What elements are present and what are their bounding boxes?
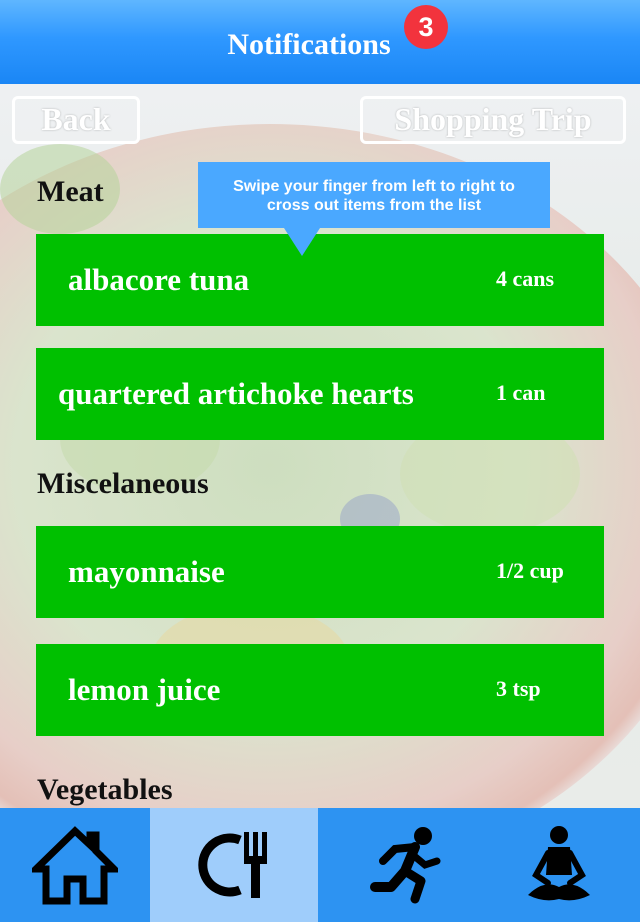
list-item[interactable]: albacore tuna 4 cans	[36, 234, 604, 326]
item-quantity: 4 cans	[496, 266, 555, 291]
running-man-icon	[370, 827, 441, 904]
item-name: lemon juice	[68, 672, 221, 707]
item-name: mayonnaise	[68, 554, 225, 589]
list-item[interactable]: lemon juice 3 tsp	[36, 644, 604, 736]
section-title-vegetables: Vegetables	[37, 773, 173, 806]
item-quantity: 1/2 cup	[496, 558, 564, 583]
section-title-miscellaneous: Miscelaneous	[37, 467, 209, 500]
home-icon	[32, 826, 118, 905]
tooltip-line: cross out items from the list	[266, 197, 482, 214]
tooltip-line: Swipe your finger from left to right to	[233, 178, 515, 195]
section-title-meat: Meat	[37, 175, 104, 208]
swipe-hint-tooltip: Swipe your finger from left to right to …	[198, 162, 550, 228]
tab-home[interactable]	[0, 808, 150, 922]
tab-exercise[interactable]	[318, 808, 478, 922]
list-item[interactable]: mayonnaise 1/2 cup	[36, 526, 604, 618]
plate-fork-icon	[198, 832, 267, 898]
top-navigation-bar: Notifications 3	[0, 0, 640, 84]
notification-badge[interactable]: 3	[404, 5, 448, 49]
item-quantity: 1 can	[496, 380, 546, 405]
tooltip-pointer	[284, 228, 320, 256]
item-name: quartered artichoke hearts	[58, 376, 414, 411]
list-item[interactable]: quartered artichoke hearts 1 can	[36, 348, 604, 440]
bottom-tab-bar	[0, 808, 640, 922]
meditation-icon	[528, 826, 590, 901]
item-quantity: 3 tsp	[496, 676, 541, 701]
tab-meditation[interactable]	[478, 808, 640, 922]
tab-meals[interactable]	[150, 808, 318, 922]
item-name: albacore tuna	[68, 262, 250, 297]
back-button[interactable]: Back	[12, 96, 140, 144]
page-title: Notifications	[227, 28, 391, 61]
shopping-trip-button[interactable]: Shopping Trip	[360, 96, 626, 144]
